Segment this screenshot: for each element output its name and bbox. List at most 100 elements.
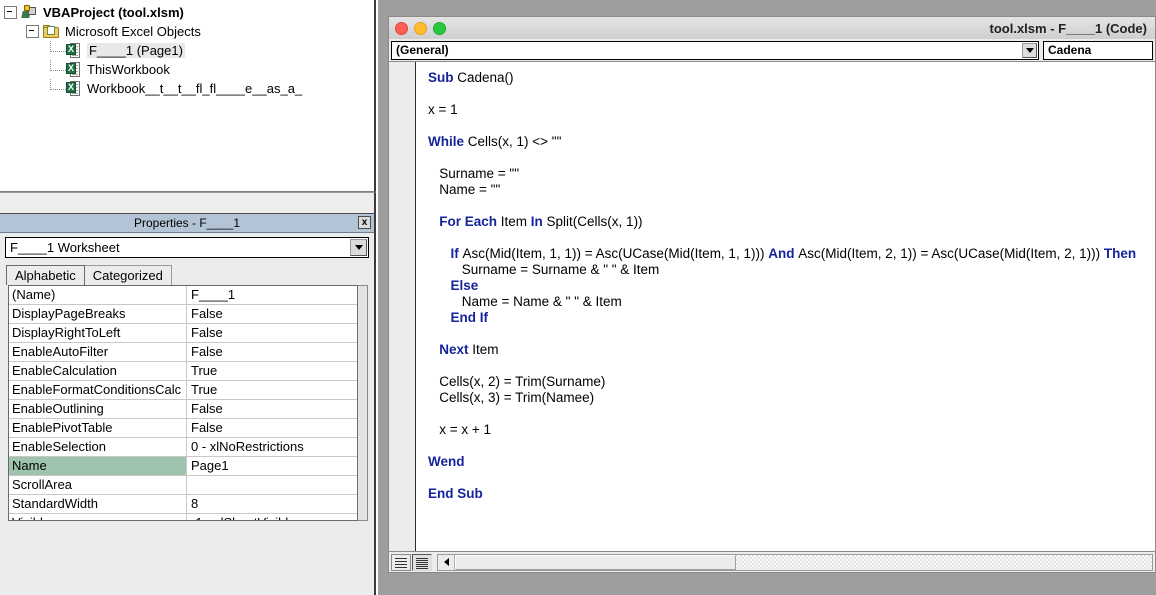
properties-grid[interactable]: (Name) F____1 DisplayPageBreaks False Displa… bbox=[8, 285, 358, 521]
horizontal-scrollbar[interactable] bbox=[437, 553, 1153, 571]
scrollbar-track[interactable] bbox=[736, 554, 1152, 570]
minimize-button[interactable] bbox=[414, 21, 427, 35]
property-value[interactable] bbox=[187, 476, 357, 494]
property-row[interactable]: (Name) F____1 bbox=[9, 286, 357, 305]
property-row[interactable]: ScrollArea bbox=[9, 476, 357, 495]
property-name: EnableSelection bbox=[9, 438, 187, 456]
property-row[interactable]: EnablePivotTable False bbox=[9, 419, 357, 438]
code-keyword: End If bbox=[428, 310, 489, 325]
object-selector-value: F____1 Worksheet bbox=[10, 240, 120, 255]
property-row[interactable]: EnableFormatConditionsCalc True bbox=[9, 381, 357, 400]
tree-item-2[interactable]: X F____1 (Page1) bbox=[0, 41, 374, 60]
full-module-view-icon[interactable] bbox=[412, 553, 432, 571]
property-value[interactable]: F____1 bbox=[187, 286, 357, 304]
property-row[interactable]: Name Page1 bbox=[9, 457, 357, 476]
object-combobox[interactable]: (General) bbox=[391, 40, 1039, 60]
tree-item-label: VBAProject (tool.xlsm) bbox=[43, 5, 184, 20]
code-keyword: If bbox=[428, 246, 463, 261]
procedure-view-icon[interactable] bbox=[391, 553, 411, 571]
property-value[interactable]: True bbox=[187, 381, 357, 399]
code-line: Name = Name & " " & Item bbox=[428, 294, 1155, 310]
project-tree[interactable]: VBAProject (tool.xlsm) Microsoft Excel Ob… bbox=[0, 0, 374, 98]
code-line: While Cells(x, 1) <> "" bbox=[428, 134, 1155, 150]
pane-divider-strip bbox=[0, 192, 376, 214]
vba-project-icon bbox=[21, 5, 38, 20]
tree-item-3[interactable]: X ThisWorkbook bbox=[0, 60, 374, 79]
property-row[interactable]: Visible-1 - xlSheetVisible bbox=[9, 514, 357, 520]
tree-item-0[interactable]: VBAProject (tool.xlsm) bbox=[0, 3, 374, 22]
code-line: End Sub bbox=[428, 486, 1155, 502]
property-row[interactable]: StandardWidth 8 bbox=[9, 495, 357, 514]
code-text-area[interactable]: Sub Cadena() x = 1 While Cells(x, 1) <> … bbox=[416, 62, 1155, 551]
chevron-down-icon[interactable] bbox=[1022, 42, 1037, 58]
tab-categorized[interactable]: Categorized bbox=[83, 265, 172, 285]
code-token: Surname = Surname & " " & Item bbox=[428, 262, 660, 277]
property-value[interactable]: False bbox=[187, 419, 357, 437]
property-row[interactable]: EnableSelection 0 - xlNoRestrictions bbox=[9, 438, 357, 457]
properties-tabs[interactable]: Alphabetic Categorized bbox=[6, 263, 374, 285]
property-name: EnablePivotTable bbox=[9, 419, 187, 437]
property-name: ScrollArea bbox=[9, 476, 187, 494]
property-value[interactable]: False bbox=[187, 343, 357, 361]
code-editor-body[interactable]: Sub Cadena() x = 1 While Cells(x, 1) <> … bbox=[388, 62, 1156, 552]
code-margin-indicator-bar[interactable] bbox=[389, 62, 416, 551]
code-line: Surname = Surname & " " & Item bbox=[428, 262, 1155, 278]
object-selector-combobox[interactable]: F____1 Worksheet bbox=[5, 237, 369, 258]
code-token: Item bbox=[500, 214, 531, 229]
properties-grid-scrollbar[interactable] bbox=[358, 285, 368, 521]
code-token: Cells(x, 3) = Trim(Namee) bbox=[428, 390, 595, 405]
procedure-combobox[interactable]: Cadena bbox=[1043, 40, 1153, 60]
zoom-button[interactable] bbox=[433, 21, 446, 35]
collapse-icon[interactable] bbox=[26, 25, 39, 38]
tree-item-4[interactable]: X Workbook__t__t__fl_fl____e__as_a_ bbox=[0, 79, 374, 98]
code-line: Cells(x, 2) = Trim(Surname) bbox=[428, 374, 1155, 390]
project-explorer-pane[interactable]: VBAProject (tool.xlsm) Microsoft Excel Ob… bbox=[0, 0, 376, 192]
code-token: Asc(Mid(Item, 2, 1)) = Asc(UCase(Mid(Ite… bbox=[798, 246, 1104, 261]
code-combobar: (General) Cadena bbox=[388, 39, 1156, 62]
property-row[interactable]: EnableOutlining False bbox=[9, 400, 357, 419]
property-value[interactable]: 0 - xlNoRestrictions bbox=[187, 438, 357, 456]
code-keyword: Next bbox=[428, 342, 473, 357]
property-value[interactable]: 8 bbox=[187, 495, 357, 513]
property-name: (Name) bbox=[9, 286, 187, 304]
property-value[interactable]: True bbox=[187, 362, 357, 380]
tree-connector bbox=[50, 60, 66, 71]
tree-item-1[interactable]: Microsoft Excel Objects bbox=[0, 22, 374, 41]
code-line: If Asc(Mid(Item, 1, 1)) = Asc(UCase(Mid(… bbox=[428, 246, 1155, 262]
property-name: DisplayRightToLeft bbox=[9, 324, 187, 342]
code-line: For Each Item In Split(Cells(x, 1)) bbox=[428, 214, 1155, 230]
property-value[interactable]: False bbox=[187, 400, 357, 418]
excel-sheet-icon: X bbox=[66, 42, 81, 59]
chevron-down-icon[interactable] bbox=[350, 239, 367, 256]
left-panel-column: VBAProject (tool.xlsm) Microsoft Excel Ob… bbox=[0, 0, 376, 595]
tree-item-label: Workbook__t__t__fl_fl____e__as_a_ bbox=[87, 81, 303, 96]
code-line: Wend bbox=[428, 454, 1155, 470]
property-value[interactable]: -1 - xlSheetVisible bbox=[187, 514, 357, 520]
property-name: DisplayPageBreaks bbox=[9, 305, 187, 323]
property-name: EnableAutoFilter bbox=[9, 343, 187, 361]
code-keyword: While bbox=[428, 134, 468, 149]
tab-alphabetic[interactable]: Alphabetic bbox=[6, 265, 85, 285]
scroll-left-icon[interactable] bbox=[438, 554, 455, 570]
property-row[interactable]: EnableCalculation True bbox=[9, 362, 357, 381]
code-token: Surname = "" bbox=[428, 166, 519, 181]
code-window-titlebar[interactable]: tool.xlsm - F____1 (Code) bbox=[388, 16, 1156, 39]
property-value[interactable]: False bbox=[187, 324, 357, 342]
property-row[interactable]: DisplayPageBreaks False bbox=[9, 305, 357, 324]
property-row[interactable]: DisplayRightToLeft False bbox=[9, 324, 357, 343]
close-icon[interactable]: x bbox=[358, 216, 371, 229]
code-token: Cells(x, 2) = Trim(Surname) bbox=[428, 374, 606, 389]
property-row[interactable]: EnableAutoFilter False bbox=[9, 343, 357, 362]
tree-item-label: Microsoft Excel Objects bbox=[65, 24, 201, 39]
collapse-icon[interactable] bbox=[4, 6, 17, 19]
code-token: x = 1 bbox=[428, 102, 458, 117]
code-keyword: Then bbox=[1103, 246, 1137, 261]
scrollbar-thumb[interactable] bbox=[455, 554, 736, 570]
window-controls[interactable] bbox=[395, 21, 446, 35]
close-button[interactable] bbox=[395, 21, 408, 35]
property-value[interactable]: False bbox=[187, 305, 357, 323]
property-value[interactable]: Page1 bbox=[187, 457, 357, 475]
